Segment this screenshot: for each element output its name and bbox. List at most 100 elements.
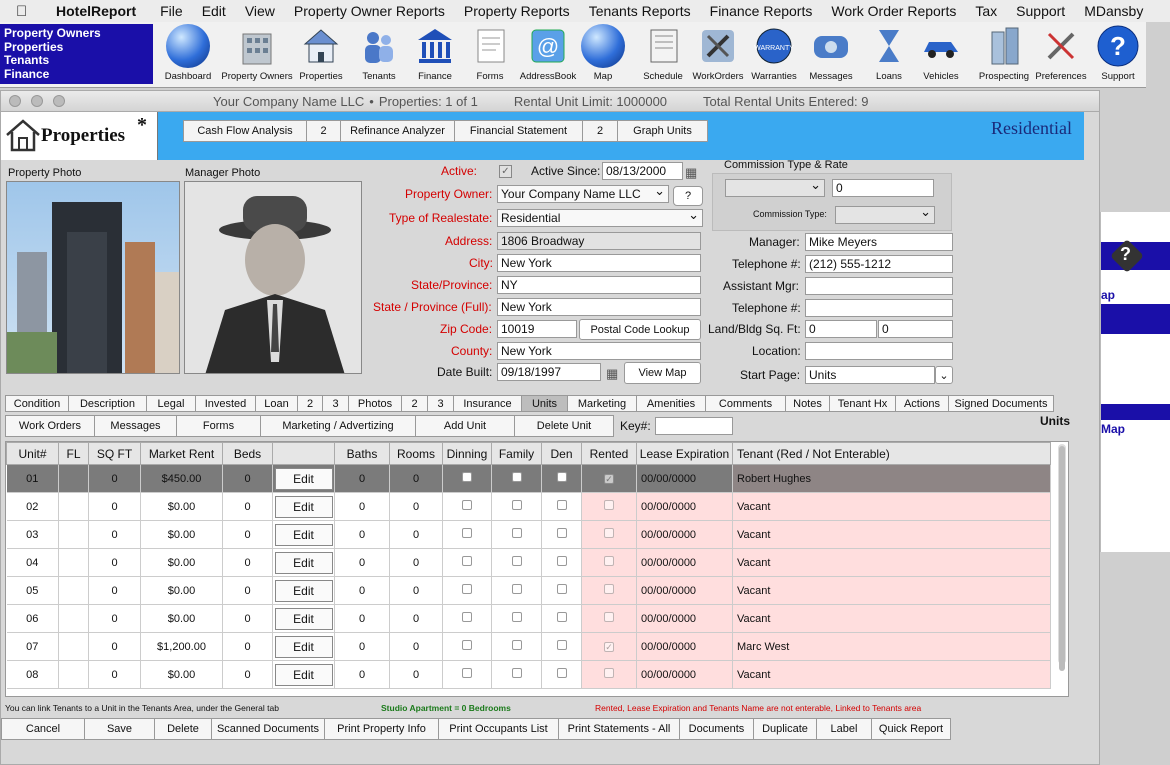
toolbar-forms[interactable]: Forms: [467, 24, 513, 86]
menu-work-order-reports[interactable]: Work Order Reports: [831, 3, 956, 19]
fl-cell[interactable]: [58, 520, 89, 549]
baths-cell[interactable]: 0: [334, 604, 390, 633]
tab-invested[interactable]: Invested: [195, 395, 255, 412]
beds-cell[interactable]: 0: [222, 660, 273, 689]
tab-units[interactable]: Units: [521, 395, 567, 412]
scanned-documents-button[interactable]: Scanned Documents: [211, 718, 324, 740]
cancel-button[interactable]: Cancel: [1, 718, 84, 740]
date-built-field[interactable]: 09/18/1997: [497, 363, 601, 381]
active-since-field[interactable]: 08/13/2000: [602, 162, 683, 180]
family-checkbox[interactable]: [511, 500, 522, 510]
edit-unit-button[interactable]: Edit: [274, 467, 333, 490]
postal-code-lookup-button[interactable]: Postal Code Lookup: [579, 319, 701, 340]
den-checkbox[interactable]: [556, 584, 567, 594]
beds-cell[interactable]: 0: [222, 632, 273, 661]
toolbar-support[interactable]: ? Support: [1094, 24, 1142, 86]
rooms-cell[interactable]: 0: [389, 660, 443, 689]
beds-cell[interactable]: 0: [222, 576, 273, 605]
tab-loan[interactable]: Loan: [255, 395, 297, 412]
assistant-manager-field[interactable]: [805, 277, 953, 295]
table-row[interactable]: 03 0 $0.00 0 Edit 0 0 00/00/0000 Vacant: [6, 520, 1051, 549]
dinning-checkbox[interactable]: [462, 472, 472, 482]
edit-unit-button[interactable]: Edit: [274, 523, 333, 546]
toolbar-prospecting[interactable]: Prospecting: [978, 24, 1030, 86]
den-checkbox[interactable]: [556, 668, 567, 678]
save-button[interactable]: Save: [84, 718, 154, 740]
beds-cell[interactable]: 0: [222, 604, 273, 633]
sqft-cell[interactable]: 0: [88, 576, 141, 605]
financial-statement-2-button[interactable]: 2: [582, 120, 618, 142]
family-checkbox[interactable]: [511, 556, 522, 566]
manager-photo[interactable]: [184, 181, 362, 374]
toolbar-preferences[interactable]: Preferences: [1034, 24, 1088, 86]
fl-cell[interactable]: [58, 548, 89, 577]
fl-cell[interactable]: [58, 660, 89, 689]
baths-cell[interactable]: 0: [334, 492, 390, 521]
documents-button[interactable]: Documents: [679, 718, 753, 740]
toolbar-finance[interactable]: Finance: [412, 24, 458, 86]
apple-icon[interactable]: : [16, 3, 36, 20]
fl-cell[interactable]: [58, 604, 89, 633]
delete-button[interactable]: Delete: [154, 718, 211, 740]
toolbar-property-owners[interactable]: Property Owners: [221, 24, 293, 86]
col-tenant[interactable]: Tenant (Red / Not Enterable): [732, 442, 1051, 465]
edit-unit-button[interactable]: Edit: [274, 607, 333, 630]
address-field[interactable]: 1806 Broadway: [497, 232, 701, 250]
family-checkbox[interactable]: [511, 528, 522, 538]
duplicate-button[interactable]: Duplicate: [753, 718, 816, 740]
fl-cell[interactable]: [58, 576, 89, 605]
toolbar-messages[interactable]: Messages: [806, 24, 856, 86]
sqft-cell[interactable]: 0: [88, 464, 141, 493]
tab-photos-2[interactable]: 2: [401, 395, 427, 412]
market-rent-cell[interactable]: $0.00: [140, 520, 223, 549]
baths-cell[interactable]: 0: [334, 464, 390, 493]
col-den[interactable]: Den: [541, 442, 582, 465]
menu-tax[interactable]: Tax: [975, 3, 997, 19]
beds-cell[interactable]: 0: [222, 492, 273, 521]
table-row[interactable]: 05 0 $0.00 0 Edit 0 0 00/00/0000 Vacant: [6, 576, 1051, 605]
unit-cell[interactable]: 08: [6, 660, 59, 689]
financial-statement-button[interactable]: Financial Statement: [454, 120, 583, 142]
location-field[interactable]: [805, 342, 953, 360]
den-checkbox[interactable]: [556, 500, 567, 510]
view-map-button[interactable]: View Map: [624, 362, 701, 384]
bldg-sqft-field[interactable]: 0: [878, 320, 953, 338]
refinance-analyzer-button[interactable]: Refinance Analyzer: [340, 120, 455, 142]
baths-cell[interactable]: 0: [334, 520, 390, 549]
family-checkbox[interactable]: [511, 668, 522, 678]
menu-finance-reports[interactable]: Finance Reports: [710, 3, 813, 19]
col-baths[interactable]: Baths: [334, 442, 390, 465]
dinning-checkbox[interactable]: [462, 640, 472, 650]
dinning-checkbox[interactable]: [462, 556, 472, 566]
print-property-info-button[interactable]: Print Property Info: [324, 718, 438, 740]
menu-user[interactable]: MDansby: [1084, 3, 1143, 19]
unit-cell[interactable]: 07: [6, 632, 59, 661]
den-checkbox[interactable]: [556, 640, 567, 650]
family-checkbox[interactable]: [511, 584, 522, 594]
tab-photos[interactable]: Photos: [348, 395, 401, 412]
rooms-cell[interactable]: 0: [389, 632, 443, 661]
menu-view[interactable]: View: [245, 3, 275, 19]
work-orders-button[interactable]: Work Orders: [5, 415, 94, 437]
menu-file[interactable]: File: [160, 3, 183, 19]
baths-cell[interactable]: 0: [334, 576, 390, 605]
tab-notes[interactable]: Notes: [785, 395, 829, 412]
tab-marketing[interactable]: Marketing: [567, 395, 636, 412]
table-row[interactable]: 01 0 $450.00 0 Edit 0 0 ✓ 00/00/0000 Robert Hughe…: [6, 464, 1051, 493]
tab-tenant-hx[interactable]: Tenant Hx: [829, 395, 895, 412]
commission-rate-type-select[interactable]: [725, 177, 825, 197]
city-field[interactable]: New York: [497, 254, 701, 272]
market-rent-cell[interactable]: $450.00: [140, 464, 223, 493]
telephone-2-field[interactable]: [805, 299, 953, 317]
market-rent-cell[interactable]: $0.00: [140, 604, 223, 633]
family-checkbox[interactable]: [511, 612, 522, 622]
nav-property-owners[interactable]: Property Owners: [4, 26, 149, 41]
add-unit-button[interactable]: Add Unit: [415, 415, 514, 437]
fl-cell[interactable]: [58, 464, 89, 493]
window-minimize-button[interactable]: [31, 95, 43, 107]
edit-unit-button[interactable]: Edit: [274, 495, 333, 518]
rooms-cell[interactable]: 0: [389, 576, 443, 605]
table-row[interactable]: 07 0 $1,200.00 0 Edit 0 0 ✓ 00/00/0000 Marc West: [6, 632, 1051, 661]
family-checkbox[interactable]: [511, 472, 522, 482]
col-dinning[interactable]: Dinning: [442, 442, 492, 465]
